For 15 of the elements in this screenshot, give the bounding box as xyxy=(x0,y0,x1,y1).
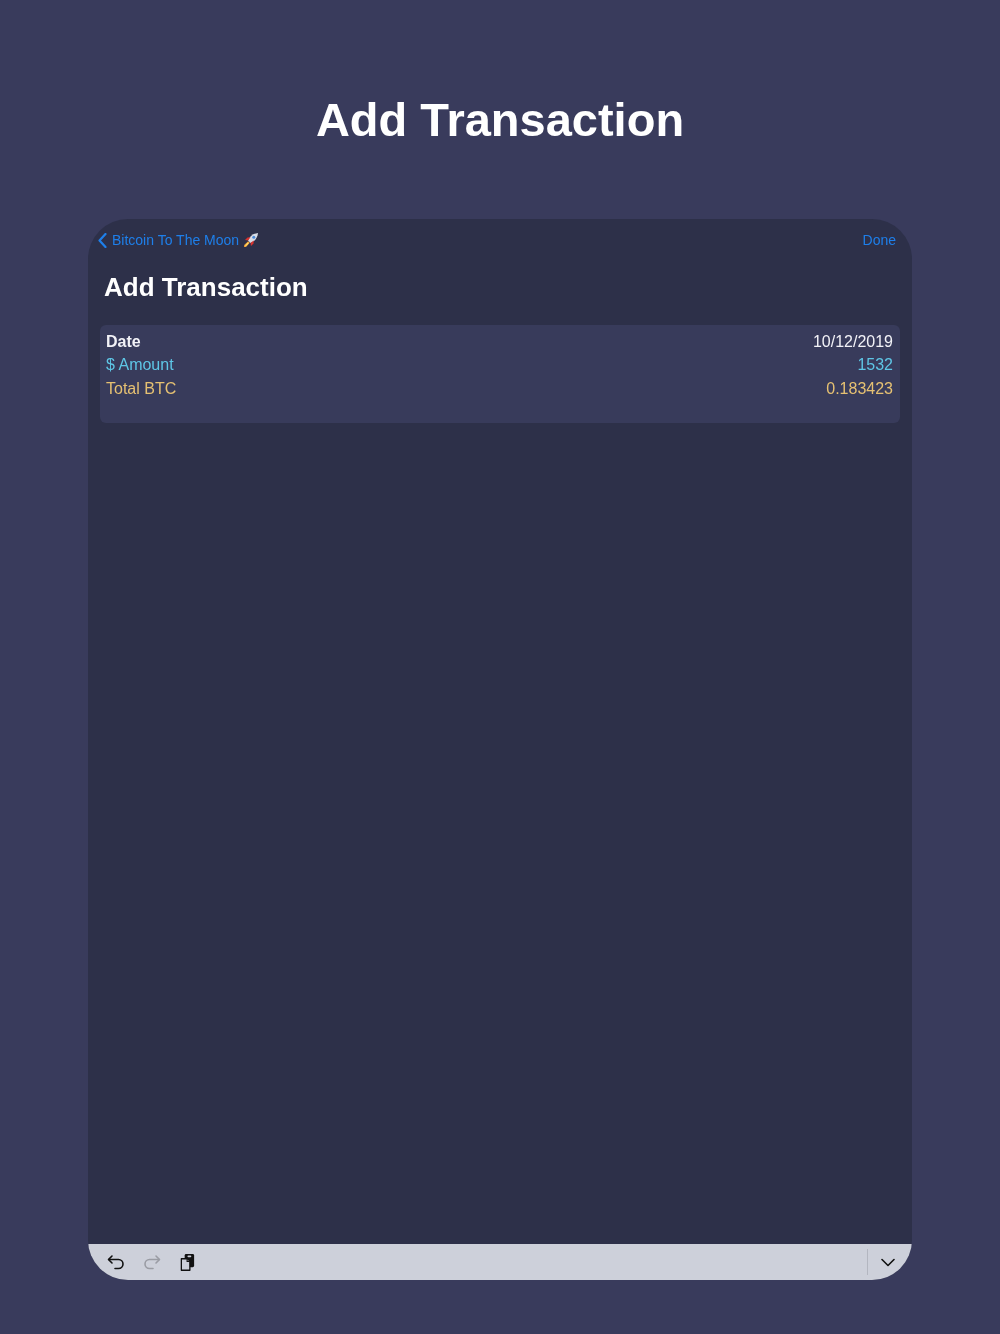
value-field[interactable]: 10/12/2019 xyxy=(812,331,893,352)
field-label: $ Amount xyxy=(106,355,174,376)
undo-icon[interactable] xyxy=(107,1253,125,1271)
chevron-down-icon[interactable] xyxy=(881,1257,895,1267)
field-label: Total BTC xyxy=(106,378,177,399)
value-field[interactable]: 0.183423 xyxy=(826,378,893,399)
done-button[interactable]: Done xyxy=(862,231,896,249)
screen-title: Add Transaction xyxy=(104,271,308,304)
paste-icon[interactable] xyxy=(179,1252,196,1272)
field-label: Date xyxy=(106,331,141,352)
rocket-icon xyxy=(243,232,260,248)
value-field[interactable]: 1532 xyxy=(857,355,893,376)
chevron-left-icon xyxy=(98,232,107,248)
back-button[interactable]: Bitcoin To The Moon xyxy=(98,231,260,249)
page-title: Add Transaction xyxy=(314,94,686,146)
